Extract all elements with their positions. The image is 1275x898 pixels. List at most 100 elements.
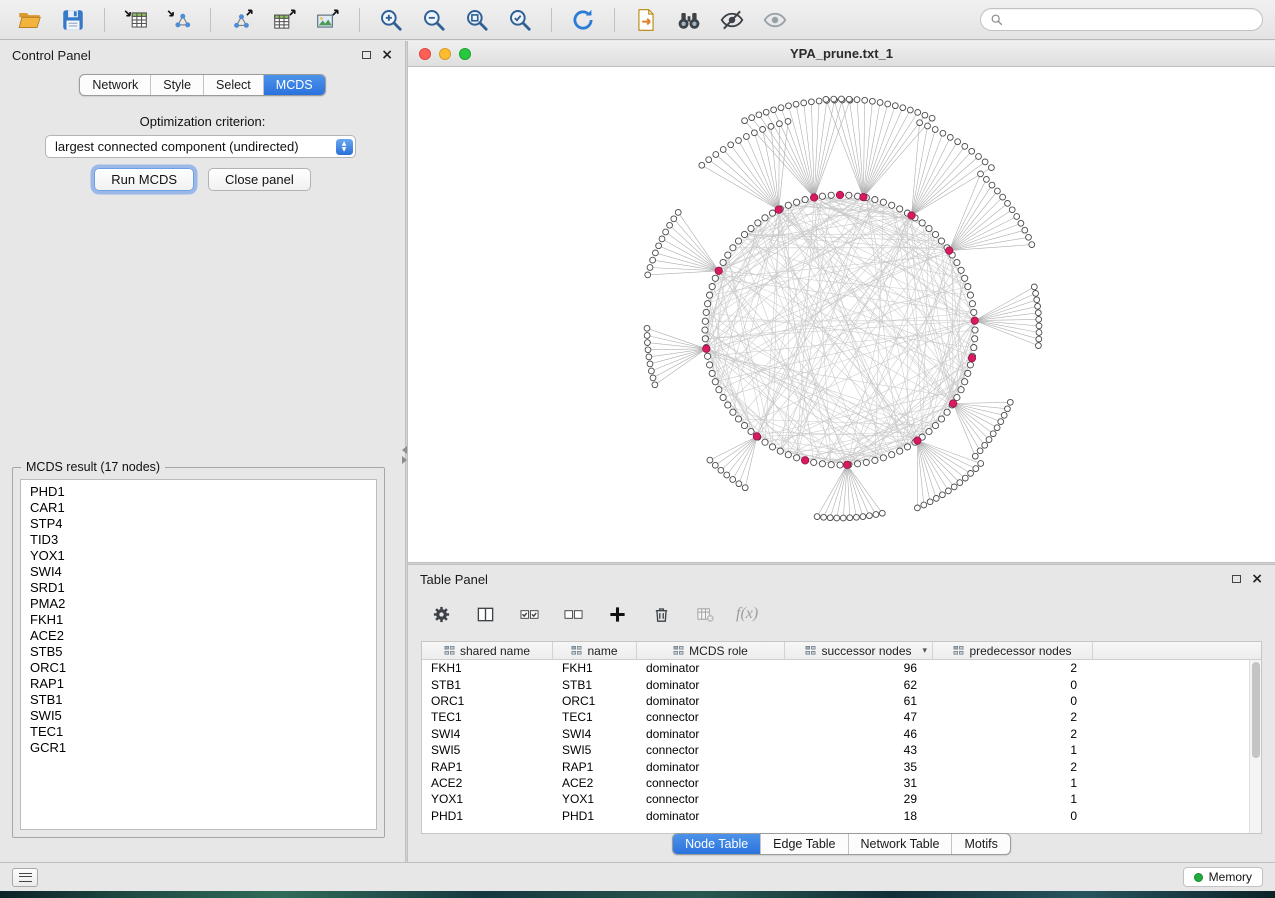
- search-binoculars-button[interactable]: [671, 4, 707, 36]
- cell-predecessor-nodes[interactable]: 0: [933, 694, 1093, 708]
- cell-mcds-role[interactable]: dominator: [637, 678, 785, 692]
- zoom-in-button[interactable]: [373, 4, 409, 36]
- select-all-button[interactable]: [516, 600, 542, 628]
- cell-name[interactable]: TEC1: [553, 710, 637, 724]
- close-panel-icon[interactable]: ×: [381, 48, 393, 62]
- refresh-button[interactable]: [565, 4, 601, 36]
- export-table-button[interactable]: [267, 4, 303, 36]
- hide-selected-eye-button[interactable]: [714, 4, 750, 36]
- cell-successor-nodes[interactable]: 61: [785, 694, 933, 708]
- mcds-node-item[interactable]: SWI4: [30, 564, 376, 580]
- cell-name[interactable]: SWI4: [553, 727, 637, 741]
- window-zoom-button[interactable]: [459, 48, 471, 60]
- mcds-node-item[interactable]: ORC1: [30, 660, 376, 676]
- cell-successor-nodes[interactable]: 29: [785, 792, 933, 806]
- import-table-button[interactable]: [118, 4, 154, 36]
- cell-shared-name[interactable]: STB1: [422, 678, 553, 692]
- export-network-button[interactable]: [224, 4, 260, 36]
- cell-shared-name[interactable]: FKH1: [422, 661, 553, 675]
- cell-name[interactable]: ORC1: [553, 694, 637, 708]
- column-header-mcds-role[interactable]: MCDS role: [637, 642, 785, 659]
- mcds-node-item[interactable]: STP4: [30, 516, 376, 532]
- table-scrollbar[interactable]: [1249, 660, 1261, 833]
- table-row[interactable]: SWI4SWI4dominator462: [422, 726, 1249, 742]
- cell-name[interactable]: PHD1: [553, 809, 637, 823]
- cell-successor-nodes[interactable]: 35: [785, 760, 933, 774]
- cell-name[interactable]: STB1: [553, 678, 637, 692]
- tab-network[interactable]: Network: [80, 75, 150, 95]
- mcds-node-item[interactable]: PHD1: [30, 484, 376, 500]
- cell-successor-nodes[interactable]: 46: [785, 727, 933, 741]
- cell-successor-nodes[interactable]: 43: [785, 743, 933, 757]
- run-mcds-button[interactable]: Run MCDS: [94, 168, 194, 191]
- cell-mcds-role[interactable]: connector: [637, 776, 785, 790]
- cell-mcds-role[interactable]: dominator: [637, 694, 785, 708]
- column-header-name[interactable]: name: [553, 642, 637, 659]
- cell-shared-name[interactable]: YOX1: [422, 792, 553, 806]
- mcds-node-item[interactable]: SWI5: [30, 708, 376, 724]
- mcds-node-item[interactable]: RAP1: [30, 676, 376, 692]
- import-network-button[interactable]: [161, 4, 197, 36]
- mcds-node-item[interactable]: TID3: [30, 532, 376, 548]
- cell-mcds-role[interactable]: dominator: [637, 727, 785, 741]
- tab-edge-table[interactable]: Edge Table: [760, 834, 847, 854]
- cell-successor-nodes[interactable]: 62: [785, 678, 933, 692]
- cell-name[interactable]: ACE2: [553, 776, 637, 790]
- save-button[interactable]: [55, 4, 91, 36]
- cell-mcds-role[interactable]: dominator: [637, 661, 785, 675]
- table-row[interactable]: RAP1RAP1dominator352: [422, 758, 1249, 774]
- column-header-successor-nodes[interactable]: successor nodes▾: [785, 642, 933, 659]
- table-row[interactable]: STB1STB1dominator620: [422, 676, 1249, 692]
- cell-predecessor-nodes[interactable]: 1: [933, 792, 1093, 806]
- cell-successor-nodes[interactable]: 96: [785, 661, 933, 675]
- mcds-node-item[interactable]: STB5: [30, 644, 376, 660]
- gear-button[interactable]: [428, 600, 454, 628]
- open-folder-button[interactable]: [12, 4, 48, 36]
- tab-network-table[interactable]: Network Table: [848, 834, 952, 854]
- optimization-select[interactable]: largest connected component (undirected)…: [45, 135, 356, 158]
- cell-name[interactable]: RAP1: [553, 760, 637, 774]
- network-nodes[interactable]: [644, 96, 1042, 521]
- cell-name[interactable]: SWI5: [553, 743, 637, 757]
- cell-predecessor-nodes[interactable]: 2: [933, 661, 1093, 675]
- columns-button[interactable]: [472, 600, 498, 628]
- table-row[interactable]: SWI5SWI5connector431: [422, 742, 1249, 758]
- export-document-button[interactable]: [628, 4, 664, 36]
- mcds-node-item[interactable]: ACE2: [30, 628, 376, 644]
- float-panel-icon[interactable]: [362, 51, 371, 59]
- window-close-button[interactable]: [419, 48, 431, 60]
- cell-predecessor-nodes[interactable]: 0: [933, 809, 1093, 823]
- column-header-shared-name[interactable]: shared name: [422, 642, 553, 659]
- deselect-all-button[interactable]: [560, 600, 586, 628]
- mcds-node-item[interactable]: GCR1: [30, 740, 376, 756]
- table-row[interactable]: ORC1ORC1dominator610: [422, 693, 1249, 709]
- export-image-button[interactable]: [310, 4, 346, 36]
- show-selected-eye-button[interactable]: [757, 4, 793, 36]
- close-panel-icon[interactable]: ×: [1251, 572, 1263, 586]
- cell-mcds-role[interactable]: dominator: [637, 760, 785, 774]
- cell-shared-name[interactable]: SWI4: [422, 727, 553, 741]
- tab-style[interactable]: Style: [150, 75, 203, 95]
- zoom-out-button[interactable]: [416, 4, 452, 36]
- cell-shared-name[interactable]: ACE2: [422, 776, 553, 790]
- add-row-button[interactable]: [604, 600, 630, 628]
- tab-select[interactable]: Select: [203, 75, 263, 95]
- search-input[interactable]: [1009, 13, 1253, 27]
- table-row[interactable]: PHD1PHD1dominator180: [422, 808, 1249, 824]
- table-row[interactable]: TEC1TEC1connector472: [422, 709, 1249, 725]
- mcds-node-item[interactable]: TEC1: [30, 724, 376, 740]
- mcds-node-item[interactable]: PMA2: [30, 596, 376, 612]
- mcds-node-item[interactable]: CAR1: [30, 500, 376, 516]
- cell-shared-name[interactable]: SWI5: [422, 743, 553, 757]
- memory-button[interactable]: Memory: [1183, 867, 1263, 887]
- table-row[interactable]: ACE2ACE2connector311: [422, 775, 1249, 791]
- cell-predecessor-nodes[interactable]: 2: [933, 727, 1093, 741]
- cell-name[interactable]: FKH1: [553, 661, 637, 675]
- cell-shared-name[interactable]: RAP1: [422, 760, 553, 774]
- cell-successor-nodes[interactable]: 31: [785, 776, 933, 790]
- mcds-node-item[interactable]: SRD1: [30, 580, 376, 596]
- zoom-fit-button[interactable]: [459, 4, 495, 36]
- delete-row-button[interactable]: [648, 600, 674, 628]
- table-row[interactable]: YOX1YOX1connector291: [422, 791, 1249, 807]
- tab-mcds[interactable]: MCDS: [263, 75, 325, 95]
